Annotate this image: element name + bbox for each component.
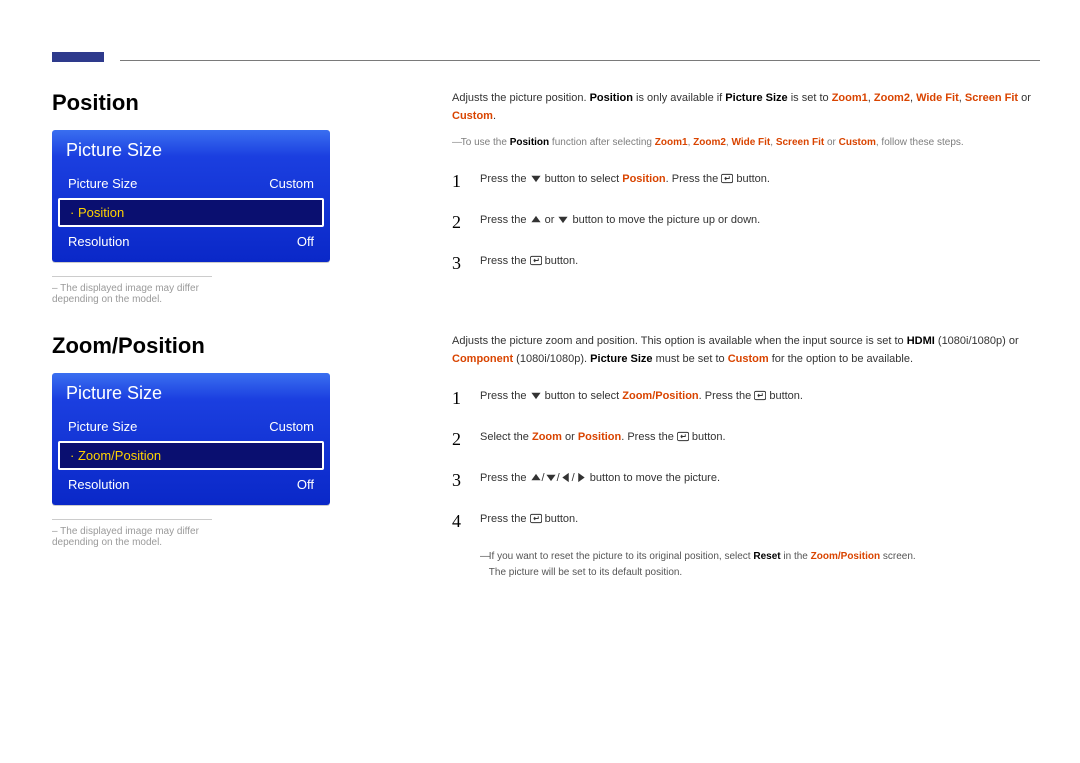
down-icon — [557, 214, 569, 225]
down-icon — [545, 472, 557, 483]
step-2: Press the or button to move the picture … — [452, 202, 1040, 243]
enter-icon — [754, 390, 766, 401]
menu-row-resolution[interactable]: Resolution Off — [52, 227, 330, 256]
step-3: Press the /// button to move the picture… — [452, 460, 1040, 501]
menu-row-label: Resolution — [68, 234, 129, 249]
image-disclaimer: The displayed image may differ depending… — [52, 519, 212, 548]
menu-row-zoom-position[interactable]: Zoom/Position — [58, 441, 324, 470]
reset-footnote: If you want to reset the picture to its … — [480, 549, 1040, 581]
down-icon — [530, 390, 542, 401]
menu-row-value: Custom — [269, 176, 314, 191]
menu-row-value: Off — [297, 234, 314, 249]
section-heading-position: Position — [52, 90, 342, 116]
menu-row-label: Zoom/Position — [70, 448, 161, 463]
enter-icon — [530, 255, 542, 266]
menu-row-label: Picture Size — [68, 419, 137, 434]
menu-row-label: Resolution — [68, 477, 129, 492]
step-4: Press the button. — [452, 501, 1040, 542]
up-icon — [530, 472, 542, 483]
menu-title: Picture Size — [52, 373, 330, 412]
step-1: Press the button to select Position. Pre… — [452, 161, 1040, 202]
up-icon — [530, 214, 542, 225]
left-icon — [560, 472, 572, 483]
menu-row-picture-size[interactable]: Picture Size Custom — [52, 412, 330, 441]
step-1: Press the button to select Zoom/Position… — [452, 378, 1040, 419]
enter-icon — [677, 431, 689, 442]
enter-icon — [721, 173, 733, 184]
section-heading-zoom-position: Zoom/Position — [52, 333, 342, 359]
image-disclaimer: The displayed image may differ depending… — [52, 276, 212, 305]
step-2: Select the Zoom or Position. Press the b… — [452, 419, 1040, 460]
position-description: Adjusts the picture position. Position i… — [452, 90, 1040, 125]
menu-row-picture-size[interactable]: Picture Size Custom — [52, 169, 330, 198]
right-icon — [575, 472, 587, 483]
menu-row-label: Position — [70, 205, 124, 220]
menu-row-position[interactable]: Position — [58, 198, 324, 227]
menu-row-resolution[interactable]: Resolution Off — [52, 470, 330, 499]
menu-card-position: Picture Size Picture Size Custom Positio… — [52, 130, 330, 262]
zoom-position-steps: Press the button to select Zoom/Position… — [452, 378, 1040, 541]
down-icon — [530, 173, 542, 184]
menu-row-value: Off — [297, 477, 314, 492]
menu-row-value: Custom — [269, 419, 314, 434]
menu-card-zoom-position: Picture Size Picture Size Custom Zoom/Po… — [52, 373, 330, 505]
zoom-position-description: Adjusts the picture zoom and position. T… — [452, 333, 1040, 368]
menu-title: Picture Size — [52, 130, 330, 169]
enter-icon — [530, 513, 542, 524]
position-note: To use the Position function after selec… — [452, 135, 1040, 151]
menu-row-label: Picture Size — [68, 176, 137, 191]
step-3: Press the button. — [452, 243, 1040, 284]
position-steps: Press the button to select Position. Pre… — [452, 161, 1040, 283]
